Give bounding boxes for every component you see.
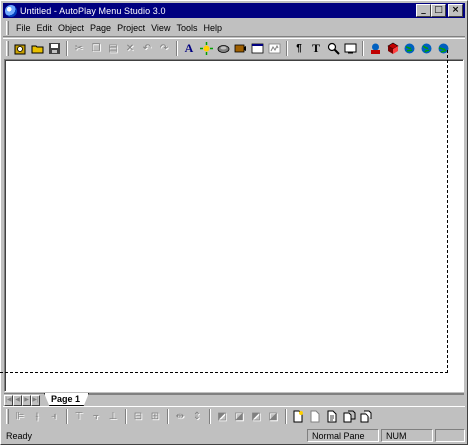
menu-help[interactable]: Help [200, 23, 225, 33]
menu-tools[interactable]: Tools [173, 23, 200, 33]
align-left-icon[interactable]: ⊫ [12, 409, 28, 425]
send-back-icon[interactable]: ◪ [231, 409, 247, 425]
tab-page-1[interactable]: Page 1 [44, 393, 90, 406]
window-title: Untitled - AutoPlay Menu Studio 3.0 [20, 5, 166, 16]
align-middle-icon[interactable]: ⫟ [88, 409, 104, 425]
menu-file[interactable]: File [13, 23, 34, 33]
align-center-icon[interactable]: ⫲ [29, 409, 45, 425]
delete-page-icon[interactable] [307, 409, 323, 425]
prev-page-button[interactable]: ◀ [13, 395, 22, 406]
duplicate-page-icon[interactable] [358, 409, 374, 425]
maximize-button[interactable]: □ [431, 4, 446, 17]
same-width-icon[interactable]: ⊟ [130, 409, 146, 425]
menu-bar: File Edit Object Page Project View Tools… [3, 19, 465, 37]
page-boundary [0, 50, 448, 373]
last-page-button[interactable]: ▶| [31, 395, 40, 406]
align-top-icon[interactable]: ⊤ [71, 409, 87, 425]
next-page-button[interactable]: ▶ [22, 395, 31, 406]
tabs-divider [89, 394, 464, 395]
bring-front-icon[interactable]: ◩ [214, 409, 230, 425]
menu-view[interactable]: View [148, 23, 173, 33]
menubar-grip[interactable] [6, 20, 9, 35]
toolbar-separator [66, 409, 68, 424]
space-vertical-icon[interactable]: ⇕ [189, 409, 205, 425]
menu-edit[interactable]: Edit [34, 23, 56, 33]
status-text: Ready [6, 430, 33, 441]
first-page-button[interactable]: |◀ [4, 395, 13, 406]
status-bar: Ready Normal Pane NUM [3, 428, 465, 443]
toolbar-separator [125, 409, 127, 424]
page-canvas[interactable] [0, 50, 464, 392]
status-pane-empty [435, 429, 465, 442]
layout-toolbar: ⊫ ⫲ ⫣ ⊤ ⫟ ⊥ ⊟ ⊞ ⇹ ⇕ ◩ ◪ ◩ ◪ [3, 406, 465, 426]
toolbar-separator [209, 409, 211, 424]
close-button[interactable]: × [448, 4, 463, 17]
space-horizontal-icon[interactable]: ⇹ [172, 409, 188, 425]
send-backward-icon[interactable]: ◪ [265, 409, 281, 425]
minimize-button[interactable]: _ [416, 4, 431, 17]
bring-forward-icon[interactable]: ◩ [248, 409, 264, 425]
title-bar[interactable]: Untitled - AutoPlay Menu Studio 3.0 _ □ … [3, 3, 465, 18]
align-right-icon[interactable]: ⫣ [46, 409, 62, 425]
toolbar-separator [285, 409, 287, 424]
copy-page-icon[interactable] [341, 409, 357, 425]
page-properties-icon[interactable] [324, 409, 340, 425]
num-lock-indicator: NUM [381, 429, 433, 442]
page-tabs-bar: |◀ ◀ ▶ ▶| Page 1 [4, 393, 464, 406]
toolbar-separator [167, 409, 169, 424]
caption-buttons: _ □ × [416, 4, 463, 17]
menu-object[interactable]: Object [55, 23, 87, 33]
app-globe-icon[interactable] [5, 4, 17, 17]
menu-page[interactable]: Page [87, 23, 114, 33]
align-bottom-icon[interactable]: ⊥ [105, 409, 121, 425]
same-height-icon[interactable]: ⊞ [147, 409, 163, 425]
pane-indicator: Normal Pane [307, 429, 379, 442]
toolbar-grip[interactable] [6, 409, 9, 424]
new-page-icon[interactable] [290, 409, 306, 425]
app-window: Untitled - AutoPlay Menu Studio 3.0 _ □ … [0, 0, 468, 445]
menu-project[interactable]: Project [114, 23, 148, 33]
